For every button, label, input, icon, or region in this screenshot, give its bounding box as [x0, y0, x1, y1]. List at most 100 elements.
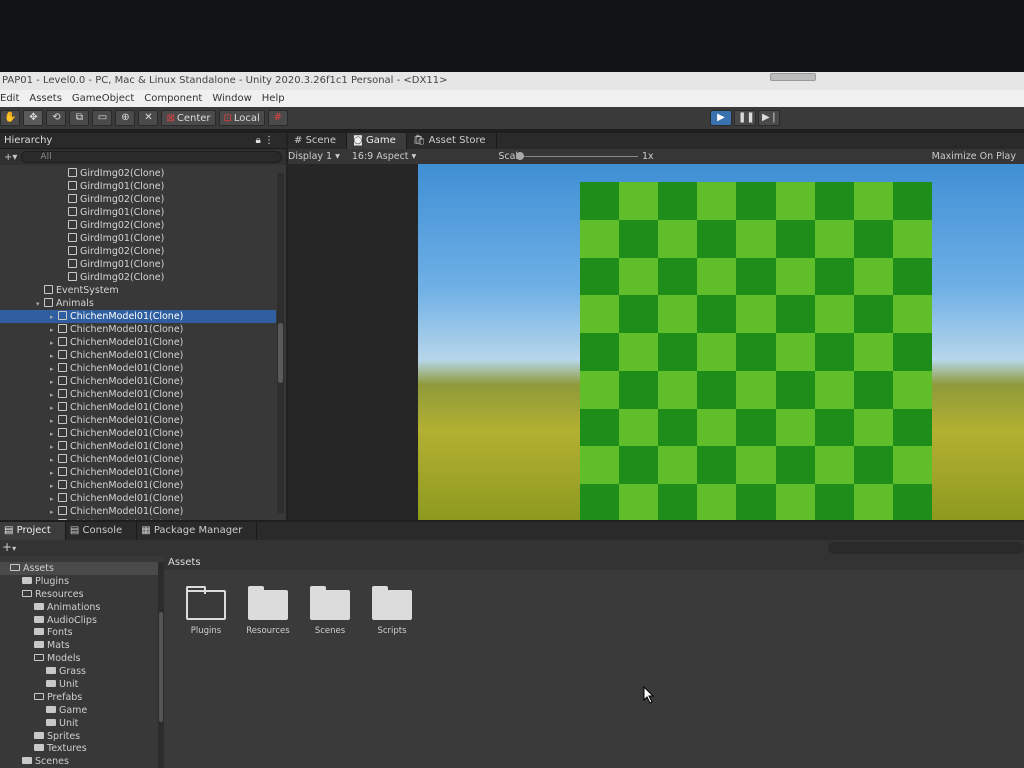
- grid-tile[interactable]: [697, 295, 737, 334]
- grid-tile[interactable]: [736, 182, 776, 220]
- grid-tile[interactable]: [697, 333, 737, 371]
- grid-tile[interactable]: [814, 446, 854, 485]
- hierarchy-tab[interactable]: Hierarchy 🔒︎ ⋮: [0, 133, 286, 149]
- hierarchy-scrollbar[interactable]: [277, 173, 284, 513]
- grid-tile[interactable]: [658, 484, 698, 520]
- folder-tree-item[interactable]: Plugins: [0, 575, 158, 588]
- scroll-thumb[interactable]: [278, 323, 283, 383]
- hand-tool-button[interactable]: ✋: [0, 110, 21, 126]
- grid-tile[interactable]: [697, 182, 737, 220]
- grid-tile[interactable]: [892, 446, 932, 485]
- grid-tile[interactable]: [580, 333, 620, 371]
- menu-window[interactable]: Window: [212, 90, 251, 107]
- grid-tile[interactable]: [892, 182, 932, 220]
- hierarchy-row[interactable]: GirdImg02(Clone): [0, 193, 276, 206]
- grid-tile[interactable]: [775, 182, 815, 220]
- hierarchy-row[interactable]: ▸ChichenModel01(Clone): [0, 427, 276, 440]
- folder-tree-item[interactable]: Textures: [0, 742, 158, 755]
- hierarchy-row[interactable]: ▸ChichenModel01(Clone): [0, 336, 276, 349]
- folder-tree-item[interactable]: Models: [0, 652, 158, 665]
- grid-tile[interactable]: [736, 333, 776, 371]
- grid-tile[interactable]: [736, 370, 776, 409]
- grid-tile[interactable]: [736, 295, 776, 334]
- hierarchy-row[interactable]: ▸ChichenModel01(Clone): [0, 375, 276, 388]
- folder-tree-item[interactable]: Fonts: [0, 626, 158, 639]
- grid-tile[interactable]: [814, 484, 854, 520]
- hierarchy-row[interactable]: ▸ChichenModel01(Clone): [0, 505, 276, 518]
- maximize-on-play-toggle[interactable]: Maximize On Play: [932, 149, 1016, 164]
- folder-tree-item[interactable]: Unit: [0, 678, 158, 691]
- grid-tile[interactable]: [775, 408, 815, 447]
- chevron-right-icon[interactable]: ▸: [50, 519, 58, 520]
- grid-tile[interactable]: [580, 295, 620, 334]
- hierarchy-row[interactable]: ▸ChichenModel01(Clone): [0, 349, 276, 362]
- pause-button[interactable]: ❚❚: [734, 110, 756, 126]
- grid-tile[interactable]: [814, 219, 854, 258]
- folder-tree-item[interactable]: Mats: [0, 639, 158, 652]
- folder-tree-item[interactable]: Prefabs: [0, 691, 158, 704]
- grid-tile[interactable]: [619, 370, 659, 409]
- grid-tile[interactable]: [814, 295, 854, 334]
- scale-tool-button[interactable]: ⧉: [69, 110, 90, 126]
- grid-tile[interactable]: [853, 446, 893, 485]
- chevron-down-icon[interactable]: ▾: [12, 544, 16, 553]
- folder-tree-item[interactable]: AudioClips: [0, 614, 158, 627]
- grid-tile[interactable]: [853, 333, 893, 371]
- grid-tile[interactable]: [892, 257, 932, 296]
- grid-tile[interactable]: [853, 219, 893, 258]
- grid-tile[interactable]: [775, 295, 815, 334]
- hierarchy-row[interactable]: GirdImg01(Clone): [0, 180, 276, 193]
- move-tool-button[interactable]: ✥: [23, 110, 44, 126]
- grid-tile[interactable]: [658, 370, 698, 409]
- scale-slider-knob[interactable]: [516, 152, 524, 160]
- grid-tile[interactable]: [736, 484, 776, 520]
- grid-tile[interactable]: [697, 219, 737, 258]
- asset-folder[interactable]: Scripts: [362, 586, 422, 636]
- rotate-tool-button[interactable]: ⟲: [46, 110, 67, 126]
- folder-tree-item[interactable]: Resources: [0, 588, 158, 601]
- display-select[interactable]: Display 1 ▾: [288, 149, 340, 164]
- hierarchy-row[interactable]: ▸ChichenModel01(Clone): [0, 440, 276, 453]
- aspect-select[interactable]: 16:9 Aspect ▾: [352, 149, 416, 164]
- game-viewport[interactable]: [288, 164, 1024, 520]
- hierarchy-row[interactable]: GirdImg02(Clone): [0, 271, 276, 284]
- menu-edit[interactable]: Edit: [0, 90, 19, 107]
- hierarchy-row[interactable]: ▸ChichenModel01(Clone): [0, 388, 276, 401]
- grid-tile[interactable]: [892, 219, 932, 258]
- hierarchy-row[interactable]: GirdImg01(Clone): [0, 206, 276, 219]
- tab-asset-store[interactable]: 🛍︎ Asset Store: [407, 133, 497, 149]
- grid-tile[interactable]: [775, 484, 815, 520]
- asset-folder[interactable]: Plugins: [176, 586, 236, 636]
- grid-tile[interactable]: [697, 484, 737, 520]
- hierarchy-row[interactable]: GirdImg02(Clone): [0, 167, 276, 180]
- hierarchy-row[interactable]: ▸ChichenModel01(Clone): [0, 414, 276, 427]
- grid-tile[interactable]: [580, 257, 620, 296]
- assets-breadcrumb-label[interactable]: Assets: [168, 557, 201, 568]
- grid-tile[interactable]: [775, 370, 815, 409]
- folder-tree-item[interactable]: Assets: [0, 562, 158, 575]
- grid-tile[interactable]: [658, 295, 698, 334]
- grid-tile[interactable]: [853, 257, 893, 296]
- grid-tile[interactable]: [775, 257, 815, 296]
- folder-tree-item[interactable]: Animations: [0, 601, 158, 614]
- pivot-center-toggle[interactable]: ⊠ Center: [161, 110, 216, 126]
- grid-tile[interactable]: [580, 370, 620, 409]
- grid-tile[interactable]: [697, 257, 737, 296]
- grid-tile[interactable]: [775, 446, 815, 485]
- grid-tile[interactable]: [853, 408, 893, 447]
- hierarchy-row[interactable]: GirdImg02(Clone): [0, 219, 276, 232]
- create-button[interactable]: +: [2, 540, 12, 554]
- scale-slider[interactable]: [518, 156, 638, 157]
- grid-tile[interactable]: [580, 182, 620, 220]
- asset-folder[interactable]: Scenes: [300, 586, 360, 636]
- grid-tile[interactable]: [580, 219, 620, 258]
- grid-tile[interactable]: [658, 446, 698, 485]
- hierarchy-row[interactable]: GirdImg02(Clone): [0, 245, 276, 258]
- grid-tile[interactable]: [814, 408, 854, 447]
- grid-tile[interactable]: [619, 408, 659, 447]
- hierarchy-row[interactable]: ▸ChichenModel01(Clone): [0, 362, 276, 375]
- tab-project[interactable]: ▤ Project: [0, 522, 66, 540]
- grid-tile[interactable]: [619, 257, 659, 296]
- grid-tile[interactable]: [619, 484, 659, 520]
- folder-tree-item[interactable]: Unit: [0, 717, 158, 730]
